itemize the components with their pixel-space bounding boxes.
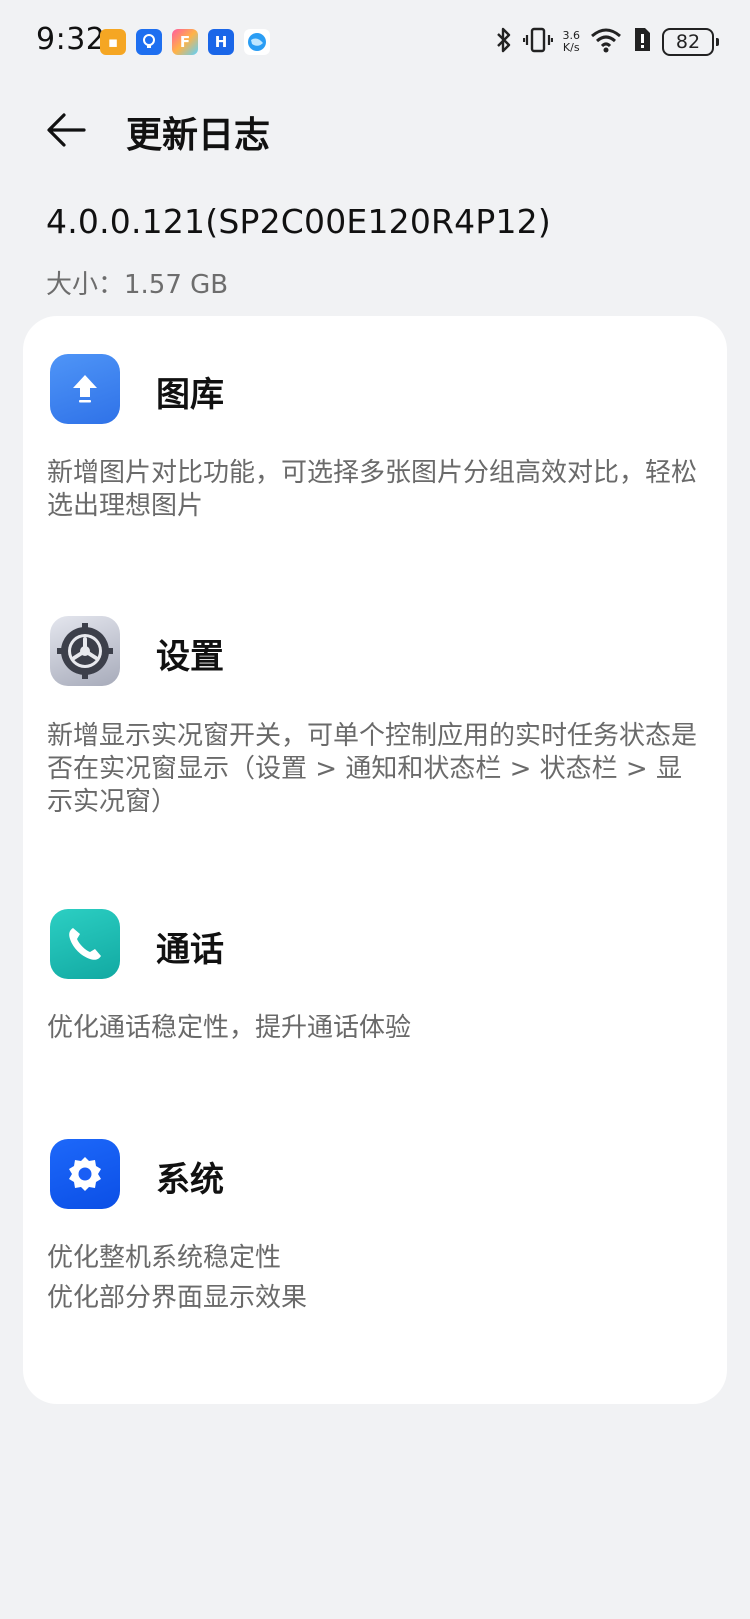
section-title: 图库 bbox=[156, 375, 224, 415]
status-bar: 9:32 ▪ F H 3.6 K/s 82 bbox=[0, 0, 750, 86]
update-size: 大小：1.57 GB bbox=[46, 270, 229, 300]
bulb-notification-icon bbox=[136, 29, 162, 55]
section-description-line: 优化整机系统稳定性 bbox=[47, 1243, 282, 1273]
app-notification-icon: ▪ bbox=[100, 29, 126, 55]
gallery-icon bbox=[50, 354, 120, 424]
colorful-notification-icon: F bbox=[172, 29, 198, 55]
section-description: 新增显示实况窗开关，可单个控制应用的实时任务状态是否在实况窗显示（设置 > 通知… bbox=[47, 721, 698, 817]
settings-gear-icon bbox=[50, 616, 120, 686]
status-time: 9:32 bbox=[36, 22, 106, 57]
section-title: 系统 bbox=[156, 1160, 224, 1200]
section-title: 设置 bbox=[156, 637, 224, 677]
net-speed: 3.6 K/s bbox=[563, 30, 581, 54]
phone-icon bbox=[50, 909, 120, 979]
page-title: 更新日志 bbox=[126, 115, 271, 156]
net-speed-unit: K/s bbox=[562, 41, 580, 54]
wifi-icon bbox=[590, 27, 622, 57]
system-gear-icon bbox=[50, 1139, 120, 1209]
vibrate-icon bbox=[522, 26, 553, 58]
sim-alert-icon bbox=[632, 27, 652, 57]
notification-icons: ▪ F H bbox=[100, 29, 270, 55]
section-title: 通话 bbox=[156, 930, 224, 970]
bluetooth-icon bbox=[495, 26, 513, 58]
version-number: 4.0.0.121(SP2C00E120R4P12) bbox=[46, 202, 551, 241]
globe-notification-icon bbox=[244, 29, 270, 55]
back-arrow-icon bbox=[47, 113, 86, 147]
h-notification-icon: H bbox=[208, 29, 234, 55]
battery-indicator: 82 bbox=[662, 28, 719, 56]
back-button[interactable] bbox=[44, 110, 94, 154]
section-description-line: 优化部分界面显示效果 bbox=[47, 1283, 308, 1313]
status-icons: 3.6 K/s 82 bbox=[495, 26, 719, 58]
section-description: 优化通话稳定性，提升通话体验 bbox=[47, 1013, 412, 1043]
section-description: 新增图片对比功能，可选择多张图片分组高效对比，轻松选出理想图片 bbox=[47, 458, 698, 521]
changelog-card: 图库 新增图片对比功能，可选择多张图片分组高效对比，轻松选出理想图片 设置 新增… bbox=[23, 316, 727, 1404]
app-bar: 更新日志 bbox=[0, 96, 750, 166]
